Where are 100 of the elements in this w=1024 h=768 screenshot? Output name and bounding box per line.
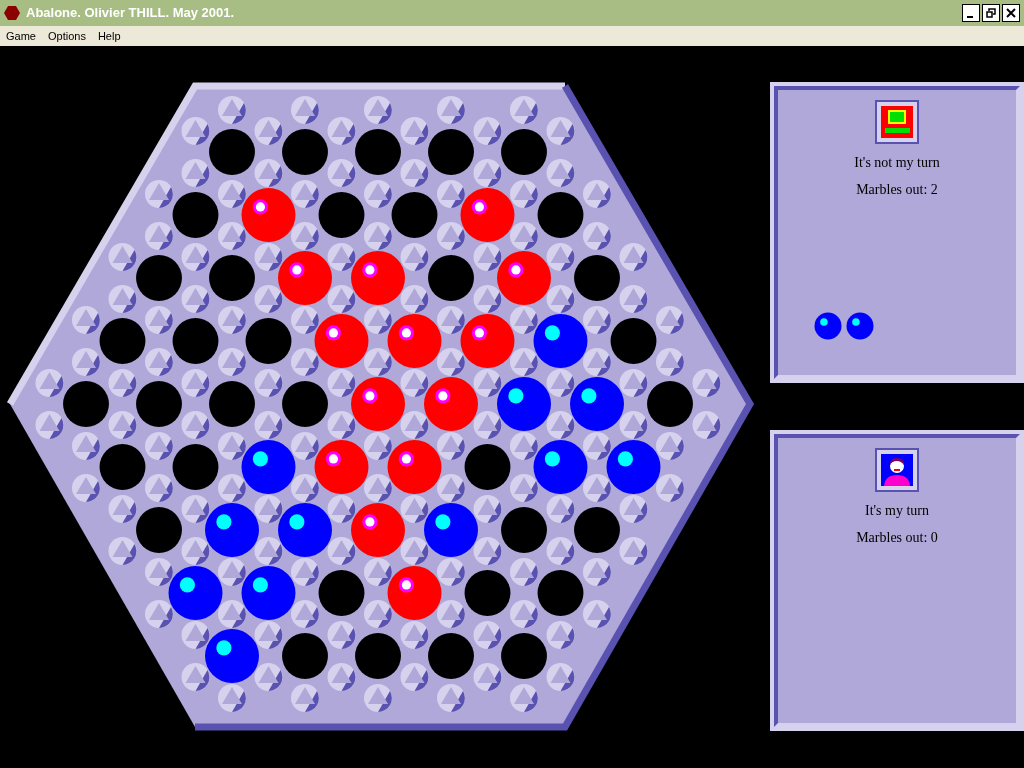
marble[interactable] (314, 314, 369, 368)
board-hole[interactable] (501, 633, 547, 679)
board-hole[interactable] (99, 444, 146, 490)
triangle-stud-icon (364, 474, 392, 502)
captured-marble[interactable] (846, 312, 874, 340)
marble[interactable] (205, 629, 259, 683)
triangle-stud-icon (218, 306, 246, 334)
marble[interactable] (387, 314, 442, 368)
minimize-button[interactable] (962, 4, 980, 22)
board-hole[interactable] (245, 318, 292, 364)
board-hole[interactable] (501, 129, 547, 175)
board-hole[interactable] (209, 255, 255, 301)
close-button[interactable] (1002, 4, 1020, 22)
marble[interactable] (570, 377, 624, 431)
triangle-stud-icon (400, 621, 429, 649)
board-hole[interactable] (428, 255, 474, 301)
board-hole[interactable] (136, 381, 182, 427)
board-hole[interactable] (209, 129, 255, 175)
triangle-stud-icon (218, 348, 246, 376)
marble[interactable] (241, 440, 296, 494)
board-hole[interactable] (172, 192, 219, 238)
board-hole[interactable] (537, 570, 584, 616)
marble[interactable] (533, 314, 588, 368)
marble[interactable] (241, 188, 296, 242)
board-hole[interactable] (209, 381, 255, 427)
board-hole[interactable] (647, 381, 693, 427)
triangle-stud-icon (546, 663, 575, 691)
marble[interactable] (533, 440, 588, 494)
board-hole[interactable] (99, 318, 146, 364)
triangle-stud-icon (546, 411, 575, 439)
board-hole[interactable] (136, 255, 182, 301)
board-hole[interactable] (318, 570, 365, 616)
board-hole[interactable] (574, 255, 620, 301)
marble[interactable] (606, 440, 661, 494)
marble[interactable] (168, 566, 223, 620)
board-hole[interactable] (428, 129, 474, 175)
marble[interactable] (205, 503, 259, 557)
triangle-stud-icon (327, 537, 356, 565)
marble[interactable] (351, 251, 405, 305)
board-hole[interactable] (464, 444, 511, 490)
triangle-stud-icon (583, 180, 611, 208)
triangle-stud-icon (108, 537, 137, 565)
marbles-out-text: Marbles out: 0 (856, 529, 938, 547)
board-hole[interactable] (63, 381, 109, 427)
board-hole[interactable] (537, 192, 584, 238)
triangle-stud-icon (619, 411, 648, 439)
board-hole[interactable] (136, 507, 182, 553)
triangle-stud-icon (327, 243, 356, 271)
board-hole[interactable] (428, 633, 474, 679)
marble[interactable] (424, 503, 478, 557)
board-hole[interactable] (610, 318, 657, 364)
triangle-stud-icon (619, 285, 648, 313)
marble[interactable] (278, 251, 332, 305)
marble[interactable] (497, 251, 551, 305)
triangle-stud-icon (510, 222, 538, 250)
board-hole[interactable] (172, 318, 219, 364)
board-hole[interactable] (391, 192, 438, 238)
triangle-stud-icon (145, 558, 173, 586)
marble[interactable] (351, 503, 405, 557)
menu-item[interactable]: Options (41, 27, 92, 45)
marble[interactable] (497, 377, 551, 431)
board-hole[interactable] (282, 129, 328, 175)
triangle-stud-icon (218, 600, 246, 628)
board-hole[interactable] (501, 507, 547, 553)
marble[interactable] (387, 566, 442, 620)
marble[interactable] (460, 188, 515, 242)
marble[interactable] (424, 377, 478, 431)
marble[interactable] (387, 440, 442, 494)
triangle-stud-icon (327, 369, 356, 397)
menu-item[interactable]: Help (91, 27, 127, 45)
triangle-stud-icon (291, 96, 319, 124)
close-icon (1006, 8, 1016, 18)
board-hole[interactable] (464, 570, 511, 616)
board-hole[interactable] (318, 192, 365, 238)
triangle-stud-icon (291, 348, 319, 376)
triangle-stud-icon (291, 684, 319, 712)
triangle-stud-icon (619, 369, 648, 397)
marble[interactable] (241, 566, 296, 620)
triangle-stud-icon (254, 537, 283, 565)
board-hole[interactable] (282, 633, 328, 679)
triangle-stud-icon (145, 600, 173, 628)
captured-marble[interactable] (814, 312, 842, 340)
marble[interactable] (278, 503, 332, 557)
triangle-stud-icon (546, 621, 575, 649)
board-hole[interactable] (574, 507, 620, 553)
restore-button[interactable] (982, 4, 1000, 22)
triangle-stud-icon (692, 369, 721, 397)
triangle-stud-icon (108, 411, 137, 439)
triangle-stud-icon (437, 600, 465, 628)
board-hole[interactable] (282, 381, 328, 427)
marble[interactable] (460, 314, 515, 368)
triangle-stud-icon (254, 411, 283, 439)
triangle-stud-icon (181, 621, 210, 649)
board-hole[interactable] (355, 129, 401, 175)
marble[interactable] (314, 440, 369, 494)
marble[interactable] (351, 377, 405, 431)
triangle-stud-icon (692, 411, 721, 439)
board-hole[interactable] (172, 444, 219, 490)
board-hole[interactable] (355, 633, 401, 679)
menu-item[interactable]: Game (0, 27, 42, 45)
